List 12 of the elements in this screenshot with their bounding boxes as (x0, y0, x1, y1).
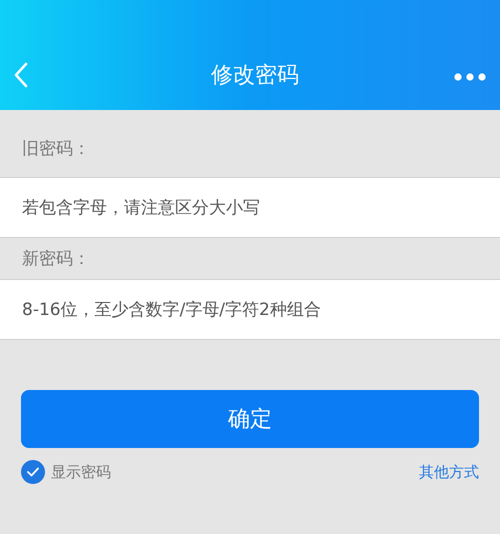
more-icon[interactable] (454, 73, 486, 81)
show-password-checkbox[interactable] (21, 460, 45, 484)
field-label: 新密码： (22, 248, 90, 270)
page-title: 修改密码 (211, 62, 299, 90)
check-icon (26, 466, 40, 478)
confirm-button[interactable]: 确定 (21, 390, 479, 448)
other-methods-link[interactable]: 其他方式 (419, 462, 479, 482)
password-field[interactable]: 8-16位，至少含数字/字母/字符2种组合 (0, 280, 500, 340)
show-password-label: 显示密码 (51, 462, 111, 482)
back-icon[interactable] (14, 62, 28, 88)
field-label: 旧密码： (22, 138, 90, 160)
password-field[interactable]: 若包含字母，请注意区分大小写 (0, 178, 500, 238)
